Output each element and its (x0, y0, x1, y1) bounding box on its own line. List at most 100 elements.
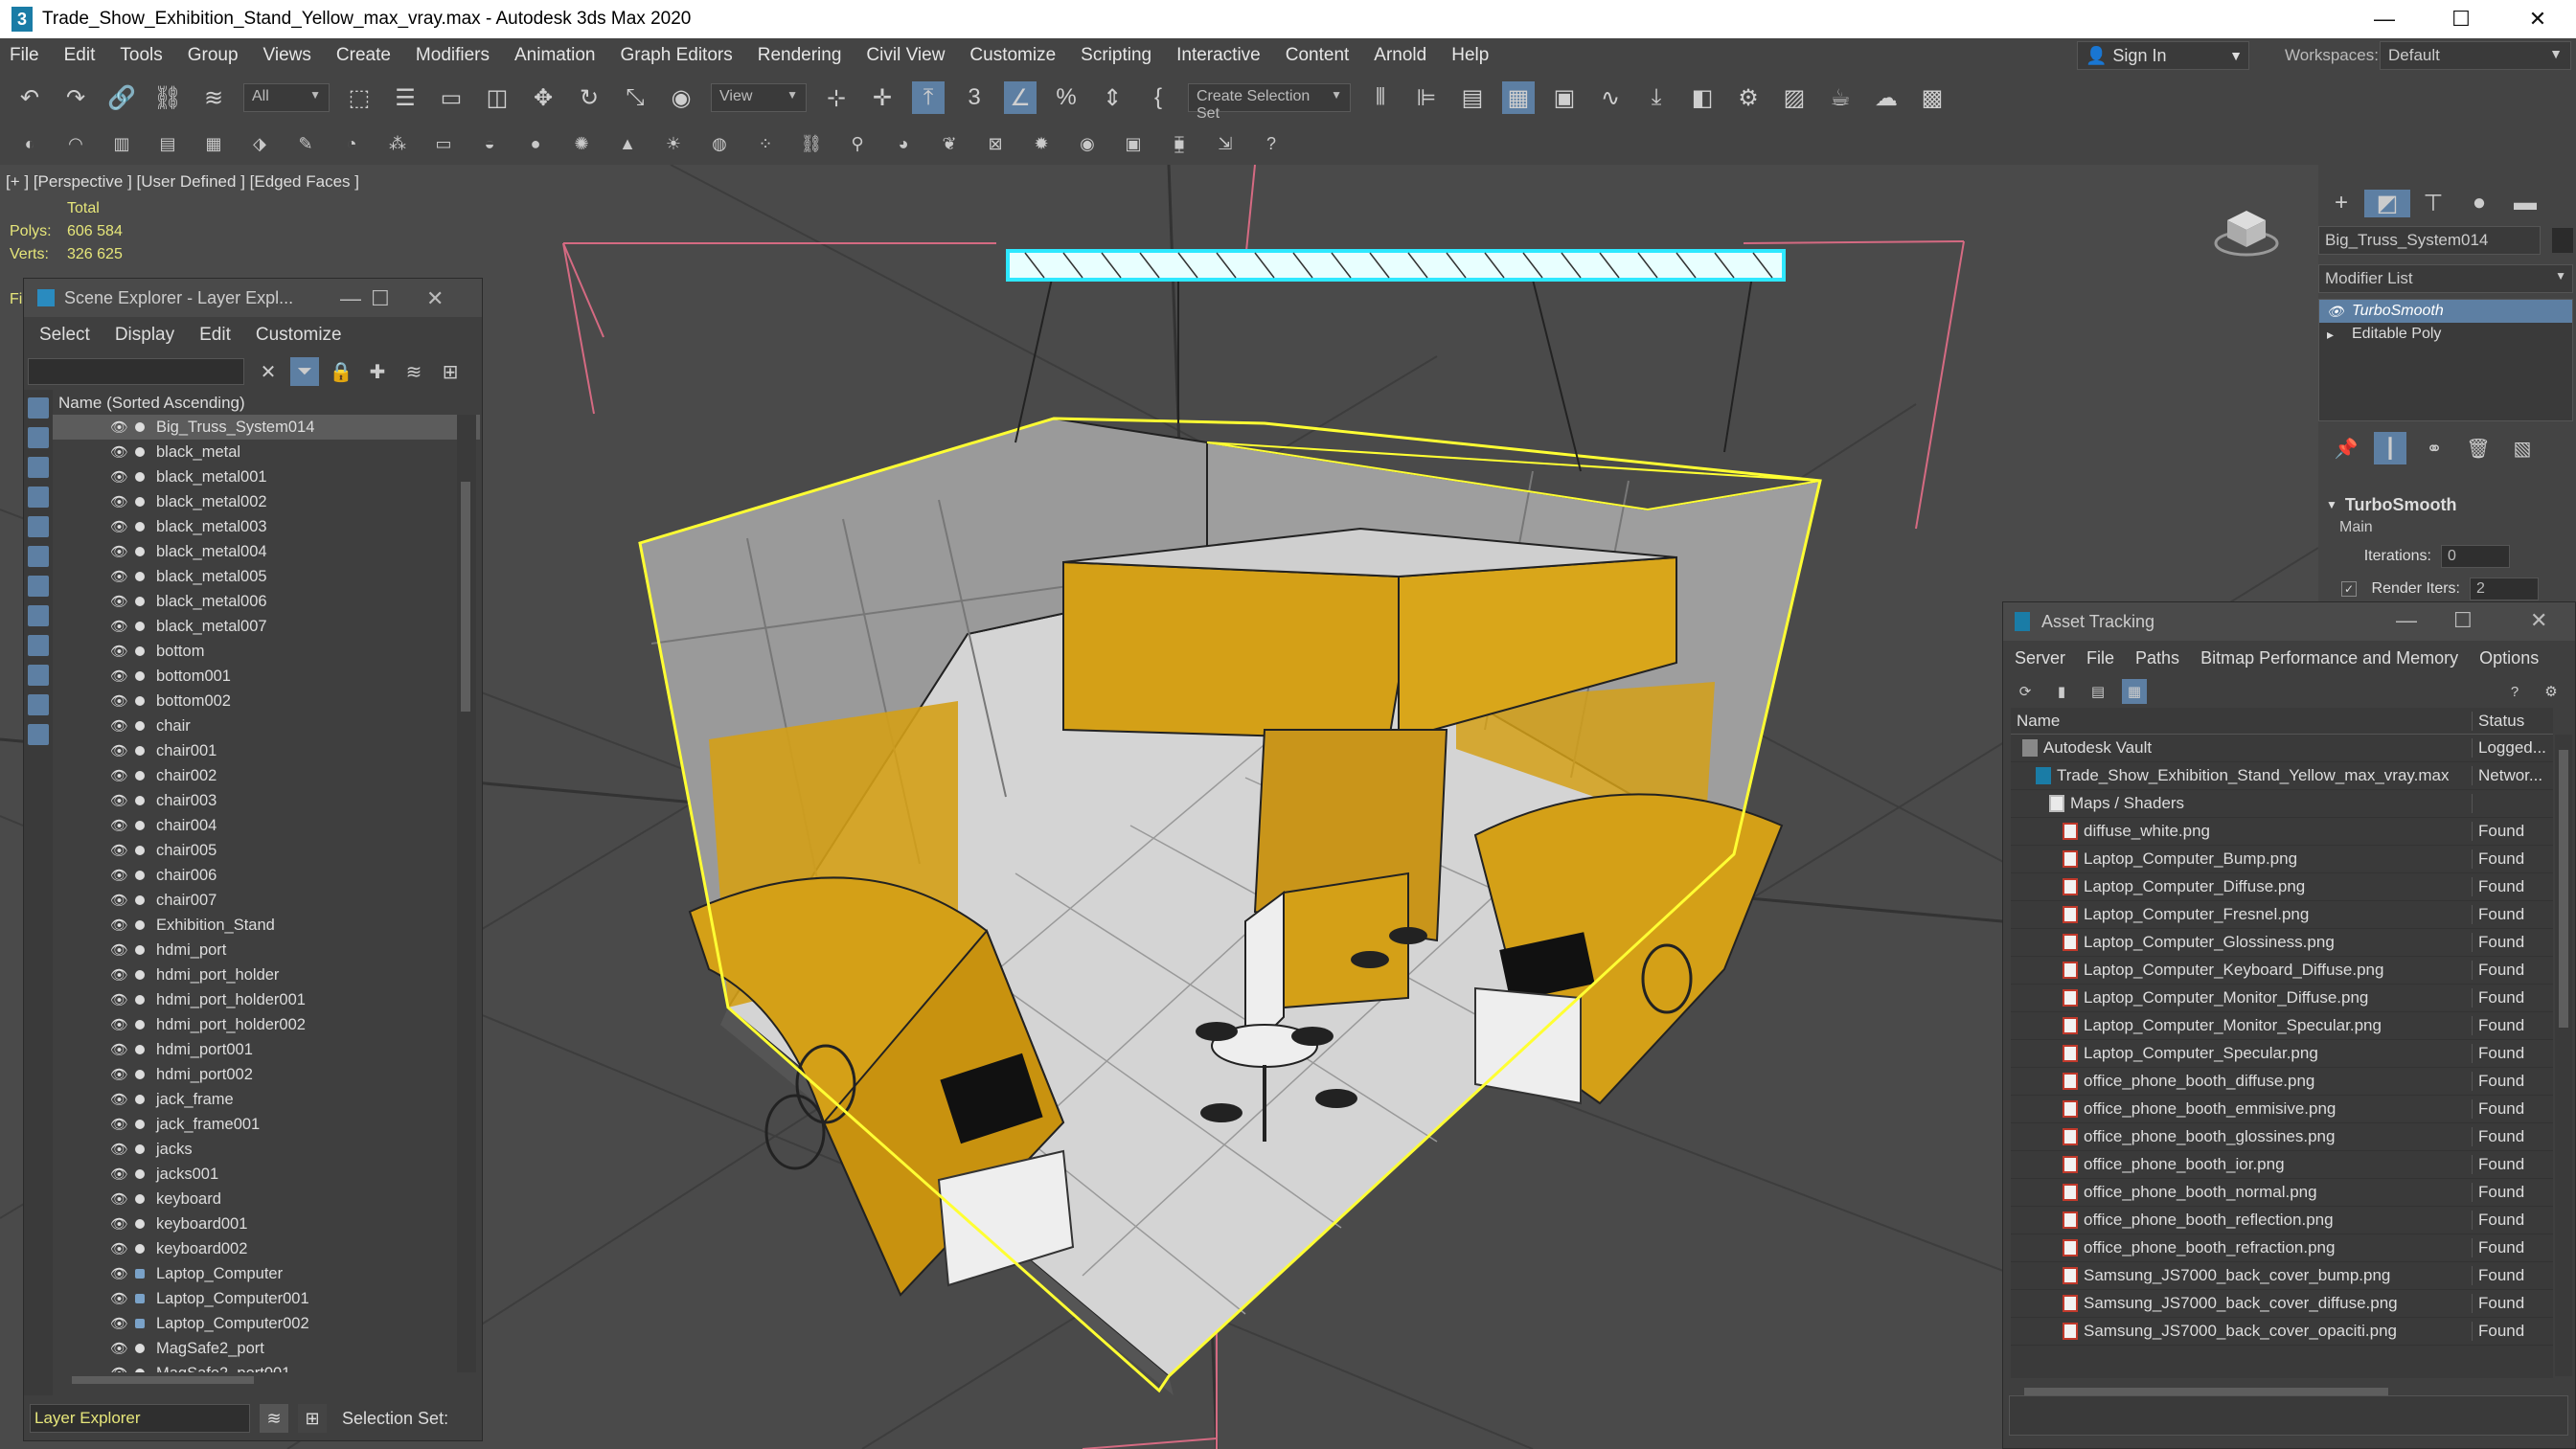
refresh-icon[interactable]: ⟳ (2013, 679, 2038, 704)
se-menu-edit[interactable]: Edit (199, 325, 231, 346)
display-tab-icon[interactable]: ▬ (2502, 190, 2548, 216)
visibility-eye-icon[interactable]: 👁 (110, 867, 131, 884)
rotate-icon[interactable]: ↻ (573, 81, 605, 114)
layer-icon[interactable]: ▥ (109, 131, 134, 156)
filter-hidden-icon[interactable] (28, 724, 49, 745)
asset-row[interactable]: office_phone_booth_glossines.png Found (2011, 1123, 2553, 1151)
redo-icon[interactable]: ↷ (59, 81, 92, 114)
at-menu-paths[interactable]: Paths (2135, 648, 2179, 668)
iterations-input[interactable]: 0 (2441, 545, 2510, 568)
layer-explorer-dropdown[interactable]: Layer Explorer (30, 1404, 250, 1433)
menu-create[interactable]: Create (336, 45, 391, 66)
visibility-eye-icon[interactable]: 👁 (110, 1166, 131, 1183)
scene-list-item[interactable]: 👁 chair006 (53, 863, 480, 888)
close-button[interactable]: ✕ (2499, 0, 2576, 38)
remove-modifier-icon[interactable]: 🗑 (2462, 432, 2495, 464)
scene-list-item[interactable]: 👁 Laptop_Computer002 (53, 1311, 480, 1336)
schematic-view-icon[interactable]: ⤓ (1640, 81, 1673, 114)
eye-icon[interactable]: 👁 (2327, 304, 2352, 320)
paint-deform-icon[interactable]: ◠ (63, 131, 88, 156)
angle-snap-icon[interactable]: ∠ (1004, 81, 1037, 114)
se-menu-select[interactable]: Select (39, 325, 90, 346)
scene-list-item[interactable]: 👁 bottom002 (53, 689, 480, 713)
hierarchy-tab-icon[interactable]: ⊤ (2410, 190, 2456, 217)
menu-interactive[interactable]: Interactive (1176, 45, 1261, 66)
globe-icon[interactable]: ◕ (891, 131, 916, 156)
scene-list-item[interactable]: 👁 black_metal005 (53, 564, 480, 589)
visibility-eye-icon[interactable]: 👁 (110, 518, 131, 535)
menu-edit[interactable]: Edit (64, 45, 96, 66)
expand-arrow-icon[interactable]: ▸ (2327, 327, 2352, 343)
visibility-eye-icon[interactable]: 👁 (110, 966, 131, 984)
menu-help[interactable]: Help (1451, 45, 1489, 66)
sphere-icon[interactable]: ● (523, 131, 548, 156)
sign-in-dropdown[interactable]: 👤 Sign In ▼ (2077, 41, 2249, 70)
scene-list-item[interactable]: 👁 hdmi_port002 (53, 1062, 480, 1087)
menu-arnold[interactable]: Arnold (1374, 45, 1426, 66)
menu-tools[interactable]: Tools (120, 45, 162, 66)
render-production-icon[interactable]: ☕ (1824, 81, 1857, 114)
scene-list-item[interactable]: 👁 Big_Truss_System014 (53, 415, 480, 440)
help-icon[interactable]: ? (2502, 679, 2527, 704)
visibility-eye-icon[interactable]: 👁 (110, 842, 131, 859)
status-column-header[interactable]: Status (2473, 712, 2524, 731)
visibility-eye-icon[interactable]: 👁 (110, 742, 131, 759)
object-color-swatch[interactable] (2552, 228, 2573, 253)
particles-icon[interactable]: ⁂ (385, 131, 410, 156)
cone-icon[interactable]: ▲ (615, 131, 640, 156)
asset-row[interactable]: office_phone_booth_reflection.png Found (2011, 1207, 2553, 1234)
scene-list-item[interactable]: 👁 jacks (53, 1137, 480, 1162)
menu-group[interactable]: Group (188, 45, 239, 66)
select-by-name-icon[interactable]: ☰ (389, 81, 422, 114)
visibility-eye-icon[interactable]: 👁 (110, 917, 131, 934)
stack-item-editable-poly[interactable]: ▸ Editable Poly (2319, 323, 2572, 346)
scene-list-item[interactable]: 👁 keyboard002 (53, 1236, 480, 1261)
visibility-eye-icon[interactable]: 👁 (110, 941, 131, 959)
menu-content[interactable]: Content (1286, 45, 1350, 66)
scene-list-item[interactable]: 👁 bottom (53, 639, 480, 664)
stack-icon[interactable]: ▤ (155, 131, 180, 156)
visibility-eye-icon[interactable]: 👁 (110, 1290, 131, 1307)
visibility-eye-icon[interactable]: 👁 (110, 892, 131, 909)
asset-row[interactable]: Laptop_Computer_Diffuse.png Found (2011, 873, 2553, 901)
mirror-icon[interactable]: ⫴ (1364, 81, 1397, 114)
tree-view-icon[interactable]: ▦ (2122, 679, 2147, 704)
asset-row[interactable]: Samsung_JS7000_back_cover_diffuse.png Fou… (2011, 1290, 2553, 1318)
filter-geometry-icon[interactable] (28, 397, 49, 419)
scene-list-item[interactable]: 👁 jack_frame001 (53, 1112, 480, 1137)
filter-icon[interactable]: ⏷ (290, 357, 319, 386)
scene-list-item[interactable]: 👁 hdmi_port (53, 938, 480, 962)
modify-tab-icon[interactable]: ◩ (2364, 189, 2410, 217)
visibility-eye-icon[interactable]: 👁 (110, 817, 131, 834)
close-icon[interactable]: ✕ (2530, 608, 2547, 633)
menu-customize[interactable]: Customize (969, 45, 1056, 66)
scene-list-item[interactable]: 👁 MagSafe2_port001 (53, 1361, 480, 1372)
motion-tab-icon[interactable]: ● (2456, 190, 2502, 216)
scene-search-input[interactable] (28, 358, 244, 385)
scene-list-item[interactable]: 👁 black_metal004 (53, 539, 480, 564)
visibility-eye-icon[interactable]: 👁 (110, 568, 131, 585)
hierarchy-toggle-icon[interactable]: ⊞ (298, 1404, 327, 1433)
scale-icon[interactable]: ⤡ (619, 81, 651, 114)
at-menu-options[interactable]: Options (2479, 648, 2539, 668)
scene-list-item[interactable]: 👁 hdmi_port_holder002 (53, 1012, 480, 1037)
visibility-eye-icon[interactable]: 👁 (110, 618, 131, 635)
visibility-eye-icon[interactable]: 👁 (110, 468, 131, 486)
hierarchy-icon[interactable]: ⊞ (436, 357, 465, 386)
clear-search-icon[interactable]: ✕ (254, 357, 283, 386)
minimize-icon[interactable]: — (2396, 608, 2417, 633)
scene-list-item[interactable]: 👁 keyboard (53, 1187, 480, 1211)
visibility-eye-icon[interactable]: 👁 (110, 1141, 131, 1158)
sun-icon[interactable]: ☀ (661, 131, 686, 156)
visibility-eye-icon[interactable]: 👁 (110, 1315, 131, 1332)
fur-icon[interactable]: ✺ (569, 131, 594, 156)
scene-list-item[interactable]: 👁 chair005 (53, 838, 480, 863)
curve-editor-icon[interactable]: ∿ (1594, 81, 1627, 114)
visibility-eye-icon[interactable]: 👁 (110, 1190, 131, 1208)
visibility-eye-icon[interactable]: 👁 (110, 493, 131, 510)
menu-animation[interactable]: Animation (514, 45, 596, 66)
minimize-button[interactable]: — (2346, 0, 2423, 38)
menu-rendering[interactable]: Rendering (758, 45, 842, 66)
named-selection-set-dropdown[interactable]: Create Selection Set ▼ (1188, 83, 1351, 122)
table-view-icon[interactable]: ▤ (2086, 679, 2110, 704)
